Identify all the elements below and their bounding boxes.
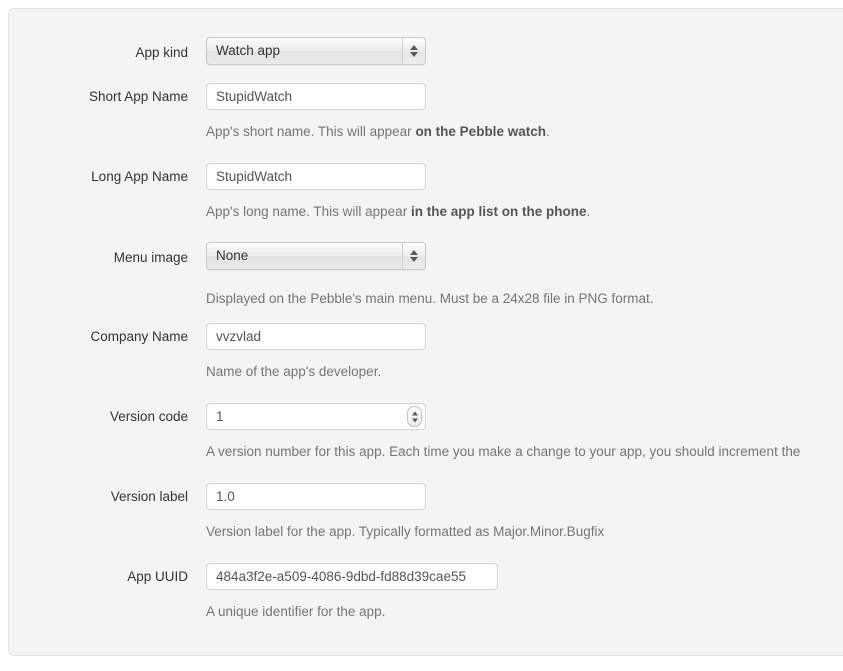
control-company-name [206, 323, 426, 350]
help-app-uuid: A unique identifier for the app. [206, 603, 385, 620]
stepper-arrows-icon [411, 411, 418, 422]
select-arrows-icon [410, 45, 418, 57]
select-app-kind[interactable]: Watch app [206, 37, 426, 65]
help-long-app-name: App's long name. This will appear in the… [206, 203, 590, 220]
input-version-code[interactable] [206, 403, 426, 430]
select-app-kind-value: Watch app [216, 43, 281, 58]
input-long-app-name[interactable] [206, 163, 426, 190]
label-company-name: Company Name [90, 329, 188, 344]
help-company-name: Name of the app's developer. [206, 363, 381, 380]
stepper-version-code[interactable] [407, 406, 422, 427]
control-short-app-name [206, 83, 426, 110]
select-menu-image-value: None [216, 248, 249, 263]
help-version-label-prefix: Version label for the app. Typically for… [206, 524, 605, 539]
select-app-kind-button[interactable] [402, 38, 425, 64]
label-app-uuid: App UUID [127, 569, 188, 584]
control-app-uuid [206, 563, 498, 590]
label-app-kind: App kind [135, 45, 188, 60]
help-short-app-name-bold: on the Pebble watch [415, 124, 546, 139]
help-short-app-name-prefix: App's short name. This will appear [206, 124, 416, 139]
input-version-label[interactable] [206, 483, 426, 510]
help-long-app-name-suffix: . [586, 204, 591, 219]
settings-panel: App kind Watch app Short App Name Stupid… [8, 8, 843, 656]
help-long-app-name-bold: in the app list on the phone [410, 204, 587, 219]
help-version-label: Version label for the app. Typically for… [206, 523, 604, 540]
control-long-app-name [206, 163, 426, 190]
number-wrap-version-code [206, 403, 426, 430]
select-menu-image[interactable]: None [206, 242, 426, 270]
select-menu-image-button[interactable] [402, 243, 425, 269]
help-version-code-prefix: A version number for this app. Each time… [206, 444, 801, 459]
input-app-uuid[interactable] [206, 563, 498, 590]
label-menu-image: Menu image [113, 250, 188, 265]
label-version-label: Version label [110, 489, 188, 504]
help-version-code: A version number for this app. Each time… [206, 443, 800, 460]
help-menu-image: Displayed on the Pebble's main menu. Mus… [206, 290, 654, 307]
select-arrows-icon [410, 250, 418, 262]
help-company-name-prefix: Name of the app's developer. [206, 364, 382, 379]
control-menu-image: None [206, 242, 426, 270]
app-settings-form: App kind Watch app Short App Name Stupid… [9, 9, 843, 655]
help-short-app-name-suffix: . [545, 124, 550, 139]
label-long-app-name: Long App Name [91, 169, 188, 184]
help-menu-image-prefix: Displayed on the Pebble's main menu. Mus… [206, 291, 654, 306]
help-short-app-name: App's short name. This will appear on th… [206, 123, 550, 140]
help-long-app-name-prefix: App's long name. This will appear [206, 204, 411, 219]
help-app-uuid-prefix: A unique identifier for the app. [206, 604, 386, 619]
input-company-name[interactable] [206, 323, 426, 350]
label-short-app-name: Short App Name [88, 89, 188, 104]
label-version-code: Version code [109, 409, 188, 424]
input-short-app-name[interactable] [206, 83, 426, 110]
control-version-code [206, 403, 426, 430]
control-version-label [206, 483, 426, 510]
control-app-kind: Watch app [206, 37, 426, 65]
